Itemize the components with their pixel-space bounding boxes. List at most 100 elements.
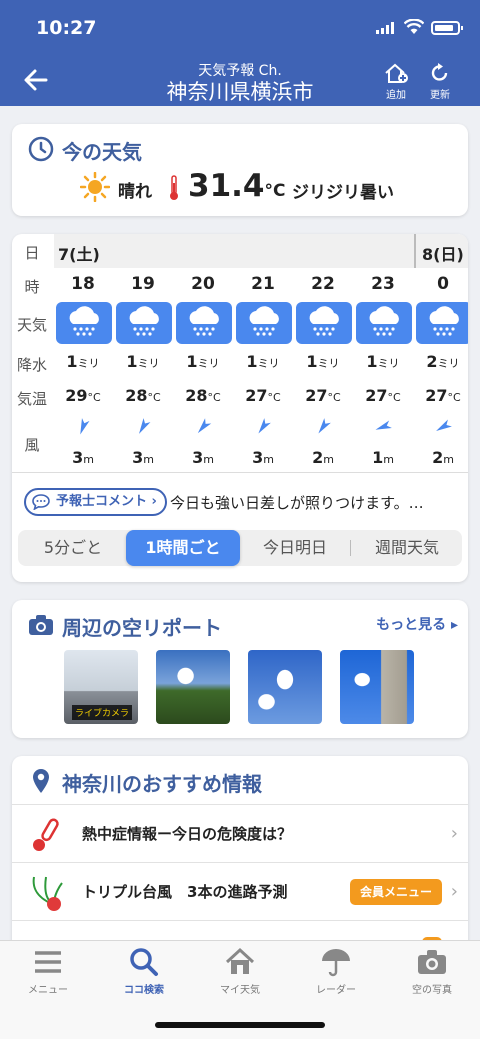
wind-unit: m [323, 453, 334, 466]
precip-value: 2ミリ [414, 352, 468, 371]
add-button[interactable]: 追加 [378, 62, 414, 101]
hour-label: 19 [131, 274, 155, 294]
hour-label: 18 [71, 274, 95, 294]
sky-photo-live-camera[interactable]: ライブカメラ [64, 650, 138, 724]
day-separator [414, 234, 416, 268]
tab-5min[interactable]: 5分ごと [18, 530, 128, 566]
search-icon [130, 948, 158, 976]
day-label-today: 7(土) [58, 245, 100, 264]
current-weather-row: 晴れ 31.4°C ジリジリ暑い [12, 168, 468, 206]
speech-bubble-icon [32, 494, 50, 510]
rain-icon [56, 302, 112, 344]
precip-unit: ミリ [77, 357, 100, 370]
refresh-button[interactable]: 更新 [422, 62, 458, 101]
temp-amount: 28 [125, 386, 148, 405]
wind-amount: 2 [312, 448, 324, 467]
precip-amount: 1 [186, 352, 198, 371]
sky-photo-4[interactable] [340, 650, 414, 724]
current-condition: 晴れ [118, 182, 152, 202]
tab-hourly[interactable]: 1時間ごと [126, 530, 240, 566]
temp-amount: 27 [365, 386, 388, 405]
comment-text[interactable]: 今日も強い日差しが照りつけます。… [170, 492, 462, 513]
temp-value: 27°C [294, 386, 352, 405]
forecast-row-labels: 日 時 天気 降水 気温 風 [12, 234, 52, 472]
precip-value: 1ミリ [54, 352, 112, 371]
list-item-heatstroke[interactable]: 熱中症情報ー今日の危険度は？ › [12, 804, 468, 862]
tab-radar[interactable]: レーダー [288, 947, 384, 996]
thermometer-icon [33, 818, 59, 851]
row-label-precip: 降水 [16, 356, 47, 374]
list-item-typhoon[interactable]: トリプル台風 3本の進路予測 会員メニュー › [12, 862, 468, 920]
temp-unit: °C [447, 391, 461, 404]
current-temp-value: 31.4 [188, 168, 265, 204]
temp-unit: °C [327, 391, 341, 404]
temp-amount: 28 [185, 386, 208, 405]
wind-amount: 2 [432, 448, 444, 467]
sky-report-card: 周辺の空リポート もっと見る ▸ ライブカメラ [12, 600, 468, 738]
more-link-label: もっと見る [376, 617, 447, 633]
wind-value: 3m [54, 448, 112, 467]
hour-label: 0 [437, 274, 449, 294]
precip-amount: 1 [306, 352, 318, 371]
signal-icon [376, 22, 394, 34]
temp-unit: °C [207, 391, 221, 404]
temp-value: 29°C [54, 386, 112, 405]
precip-amount: 1 [66, 352, 78, 371]
forecaster-comment-button[interactable]: 予報士コメント › [24, 488, 167, 516]
sky-photo-3[interactable] [248, 650, 322, 724]
precip-amount: 1 [126, 352, 138, 371]
refresh-icon [431, 63, 448, 81]
temp-amount: 27 [245, 386, 268, 405]
tab-my-weather-label: マイ天気 [220, 985, 260, 996]
precip-unit: ミリ [197, 357, 220, 370]
tab-radar-label: レーダー [316, 985, 356, 996]
location-pin-icon [33, 769, 49, 793]
wind-unit: m [443, 453, 454, 466]
typhoon-text: トリプル台風 3本の進路予測 [82, 883, 288, 901]
wind-amount: 1 [372, 448, 384, 467]
battery-icon [431, 21, 463, 35]
wind-value: 2m [414, 448, 468, 467]
tab-sky-photos[interactable]: 空の写真 [384, 947, 480, 996]
tab-weekly[interactable]: 週間天気 [352, 530, 462, 566]
wind-amount: 3 [252, 448, 264, 467]
tab-search-label: ココ検索 [124, 985, 164, 996]
temp-amount: 29 [65, 386, 88, 405]
wind-direction-icon [318, 418, 331, 434]
status-bar: 10:27 [0, 0, 480, 54]
precip-value: 1ミリ [234, 352, 292, 371]
rain-icon [116, 302, 172, 344]
temp-unit: °C [267, 391, 281, 404]
chevron-right-icon: › [450, 823, 458, 844]
row-label-wind: 風 [24, 436, 40, 454]
tab-today-tomorrow[interactable]: 今日明日 [240, 530, 350, 566]
precip-amount: 1 [246, 352, 258, 371]
wind-value: 3m [114, 448, 172, 467]
wind-amount: 3 [72, 448, 84, 467]
tab-my-weather[interactable]: マイ天気 [192, 947, 288, 996]
heatstroke-text: 熱中症情報ー今日の危険度は？ [82, 825, 293, 843]
hour-column: 20 1ミリ 28°C 3m [174, 268, 232, 472]
hour-column: 22 1ミリ 27°C 2m [294, 268, 352, 472]
home-indicator [155, 1022, 325, 1028]
camera-icon [418, 950, 446, 974]
thermometer-icon [170, 175, 178, 200]
app-header: 10:27 天気予報 Ch. 神奈川県横浜市 追加 更新 [0, 0, 480, 106]
sky-photo-2[interactable] [156, 650, 230, 724]
home-icon [225, 947, 255, 974]
status-time: 10:27 [36, 17, 97, 39]
hourly-forecast-card: 日 時 天気 降水 気温 風 7(土) 8(日) 18 1ミリ 29°C 3m 19 1ミ… [12, 234, 468, 582]
temp-unit: °C [147, 391, 161, 404]
rain-icon [236, 302, 292, 344]
hour-column: 21 1ミリ 27°C 3m [234, 268, 292, 472]
wind-value: 1m [354, 448, 412, 467]
day-label-tomorrow: 8(日) [422, 245, 464, 264]
row-label-hour: 時 [24, 278, 40, 296]
more-link[interactable]: もっと見る ▸ [376, 614, 458, 634]
tab-search[interactable]: ココ検索 [96, 947, 192, 996]
temp-value: 28°C [174, 386, 232, 405]
hour-column: 18 1ミリ 29°C 3m [54, 268, 112, 472]
tab-menu[interactable]: メニュー [0, 947, 96, 996]
precip-value: 1ミリ [294, 352, 352, 371]
temp-unit: °C [87, 391, 101, 404]
